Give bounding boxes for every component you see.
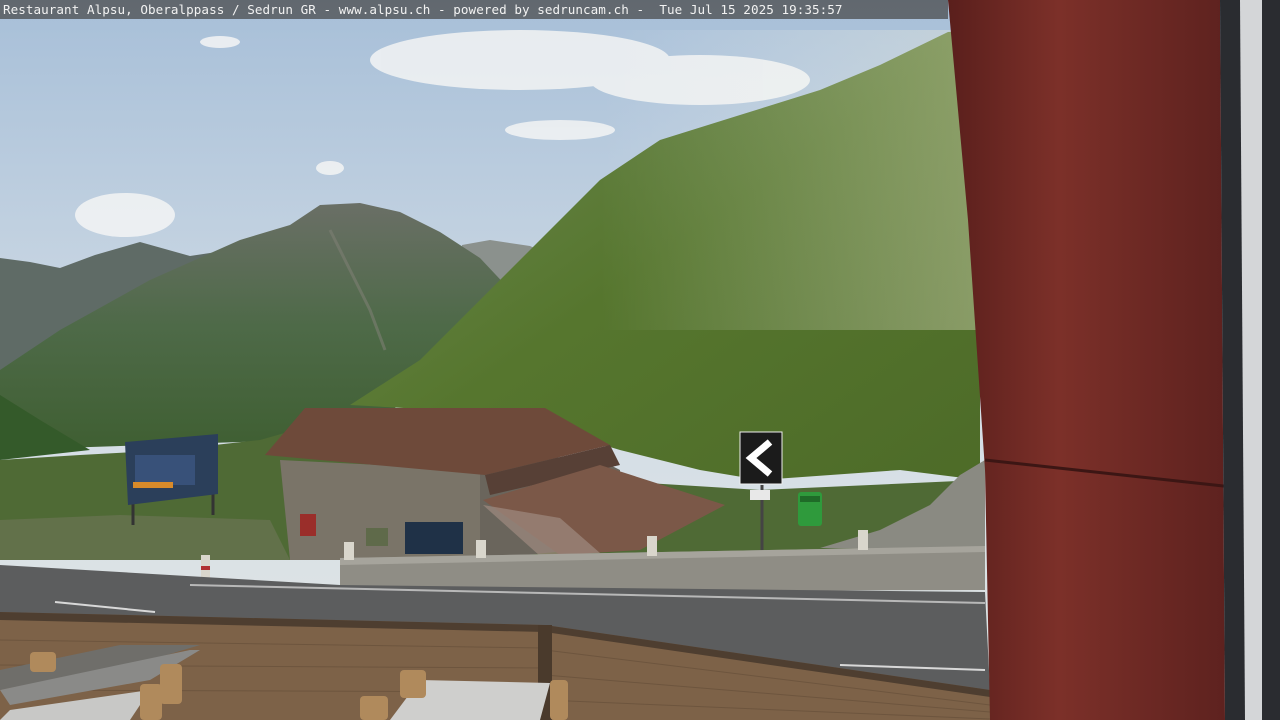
red-wooden-post xyxy=(948,0,1280,720)
green-trash-bin xyxy=(798,492,822,526)
webcam-scene xyxy=(0,0,1280,720)
webcam-caption: Restaurant Alpsu, Oberalppass / Sedrun G… xyxy=(0,0,948,19)
